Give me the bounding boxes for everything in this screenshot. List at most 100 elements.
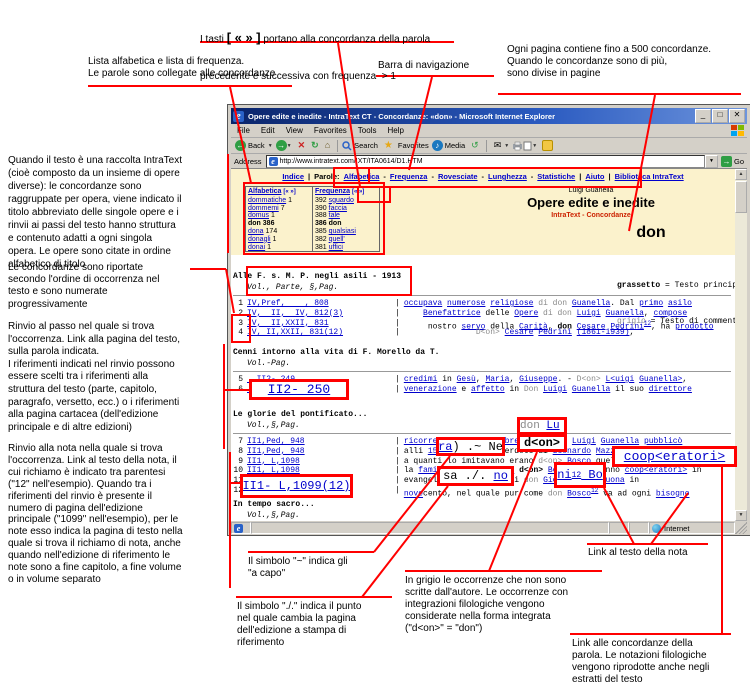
- word-link[interactable]: Benefattrice: [423, 309, 481, 318]
- passage-ref-link[interactable]: IV, II, IV, 812(3): [247, 309, 395, 319]
- mail-icon[interactable]: ✉: [494, 140, 502, 151]
- word-link[interactable]: Luigi: [543, 385, 567, 394]
- vertical-scrollbar[interactable]: ▲ ▼: [735, 169, 747, 521]
- word-concordance-link[interactable]: coop<eratori>: [624, 449, 725, 464]
- word-link[interactable]: L<uigi: [606, 375, 635, 384]
- refresh-icon[interactable]: ↻: [311, 140, 319, 151]
- menu-favorites[interactable]: Favorites: [314, 126, 347, 135]
- word-link[interactable]: affetto: [471, 385, 505, 394]
- stop-icon[interactable]: ✕: [298, 140, 306, 151]
- highlight-work-title: [246, 266, 412, 296]
- word-link[interactable]: numerose: [447, 299, 485, 308]
- passage-ref-link[interactable]: II1,Ped, 948: [247, 447, 395, 457]
- address-dropdown-icon[interactable]: ▼: [705, 155, 718, 168]
- word-link[interactable]: asilo: [668, 299, 692, 308]
- word-link[interactable]: ni: [557, 468, 571, 482]
- messenger-icon[interactable]: [542, 140, 553, 151]
- media-label[interactable]: Media: [445, 141, 465, 150]
- word-link[interactable]: Bosco: [567, 490, 591, 499]
- favorites-label[interactable]: Favorites: [398, 141, 429, 150]
- media-icon[interactable]: ♪: [432, 140, 443, 151]
- search-icon[interactable]: [342, 141, 352, 151]
- word-link[interactable]: Giuseppe: [519, 375, 557, 384]
- word-link[interactable]: compose: [654, 309, 688, 318]
- word-link[interactable]: Guanella: [606, 309, 644, 318]
- close-button[interactable]: ✕: [729, 109, 745, 123]
- word-link[interactable]: religiose: [490, 299, 533, 308]
- word-link[interactable]: coop<eratori>: [625, 466, 687, 475]
- row-separator: |: [395, 375, 400, 385]
- main-text: ,: [630, 328, 635, 337]
- word-link[interactable]: nove: [404, 490, 423, 499]
- menu-file[interactable]: File: [237, 126, 250, 135]
- word-link[interactable]: (1861-1939): [577, 328, 630, 337]
- note-ref-link[interactable]: II1- L,1099(12): [242, 479, 350, 493]
- passage-ref-link[interactable]: IV, II,XXII, 831(12): [247, 328, 395, 338]
- maximize-button[interactable]: □: [712, 109, 728, 123]
- word-link[interactable]: Guanella: [601, 437, 639, 446]
- word-link[interactable]: primo: [639, 299, 663, 308]
- passage-ref-link[interactable]: IV,Pref, , 808: [247, 299, 395, 309]
- word-link[interactable]: pubblicò: [644, 437, 682, 446]
- word-link[interactable]: Guanella: [572, 385, 610, 394]
- word-link[interactable]: Luigi: [572, 437, 596, 446]
- word-link[interactable]: Maria: [485, 375, 509, 384]
- word-link[interactable]: no: [494, 469, 508, 483]
- resize-grip[interactable]: [735, 522, 747, 534]
- kwic-text: occupava numerose religiose di don Guane…: [404, 299, 692, 309]
- tilde-sample-text: ) .~ Ne: [453, 440, 503, 454]
- print-icon[interactable]: [512, 141, 523, 151]
- word-link[interactable]: Cesare: [505, 328, 534, 337]
- word-link[interactable]: bisogno: [656, 490, 690, 499]
- main-text: in: [505, 385, 524, 394]
- scroll-thumb[interactable]: [735, 181, 747, 213]
- favorites-icon[interactable]: ★: [384, 140, 393, 151]
- menu-tools[interactable]: Tools: [358, 126, 377, 135]
- note-number-link[interactable]: 12: [572, 471, 582, 480]
- word-link[interactable]: Lu: [546, 420, 559, 432]
- word-link[interactable]: credimi: [404, 375, 438, 384]
- menu-edit[interactable]: Edit: [261, 126, 275, 135]
- word-link[interactable]: Guanella>: [639, 375, 682, 384]
- minimize-button[interactable]: _: [695, 109, 711, 123]
- home-icon[interactable]: ⌂: [325, 140, 330, 151]
- word-link[interactable]: direttore: [649, 385, 692, 394]
- go-button[interactable]: → Go: [721, 156, 744, 167]
- mail-dropdown-icon[interactable]: ▼: [504, 143, 509, 149]
- menu-view[interactable]: View: [286, 126, 303, 135]
- more-dropdown-icon[interactable]: ▼: [532, 143, 537, 149]
- forward-icon[interactable]: →: [276, 140, 287, 151]
- forward-dropdown-icon[interactable]: ▼: [287, 143, 292, 149]
- back-label[interactable]: Back: [248, 141, 265, 150]
- word-link[interactable]: venerazione: [404, 385, 457, 394]
- word-link[interactable]: Gesù: [457, 375, 476, 384]
- annotation-collection: Quando il testo è una raccolta IntraText…: [8, 154, 182, 271]
- passage-ref-link[interactable]: II2- 250: [268, 382, 330, 397]
- main-text: il suo: [610, 385, 648, 394]
- word-link[interactable]: Luigi: [577, 309, 601, 318]
- toolbar-separator: [486, 140, 487, 152]
- edit-page-icon[interactable]: [523, 141, 532, 151]
- passage-ref-link[interactable]: II1, L,1098: [247, 457, 395, 467]
- word-link[interactable]: prodotto: [675, 322, 713, 331]
- word-link[interactable]: Bo: [581, 468, 603, 482]
- back-dropdown-icon[interactable]: ▼: [268, 143, 273, 149]
- passage-ref-link[interactable]: II1,Ped, 948: [247, 437, 395, 447]
- word-link[interactable]: Opere: [514, 309, 538, 318]
- scroll-up-icon[interactable]: ▲: [735, 169, 747, 180]
- back-icon[interactable]: ←: [235, 140, 246, 151]
- passage-ref-link[interactable]: IV, II,XXII, 831: [247, 319, 395, 329]
- scroll-down-icon[interactable]: ▼: [735, 510, 747, 521]
- kwic-text: Benefattrice delle Opere di don Luigi Gu…: [404, 309, 687, 319]
- search-label[interactable]: Search: [354, 141, 378, 150]
- word-link[interactable]: ra: [438, 440, 452, 454]
- word-link[interactable]: Guanella: [572, 299, 610, 308]
- main-text: in: [687, 466, 701, 475]
- section-title: Le glorie del pontificato...: [233, 410, 735, 421]
- word-link[interactable]: Pedrini: [538, 328, 572, 337]
- address-input[interactable]: e http://www.intratext.com/IXT/ITA0614/D…: [266, 155, 705, 168]
- menu-help[interactable]: Help: [387, 126, 403, 135]
- word-link[interactable]: occupava: [404, 299, 442, 308]
- history-icon[interactable]: ↺: [471, 140, 479, 151]
- concordance-row: 2IV, II, IV, 812(3)| Benefattrice delle …: [233, 309, 735, 319]
